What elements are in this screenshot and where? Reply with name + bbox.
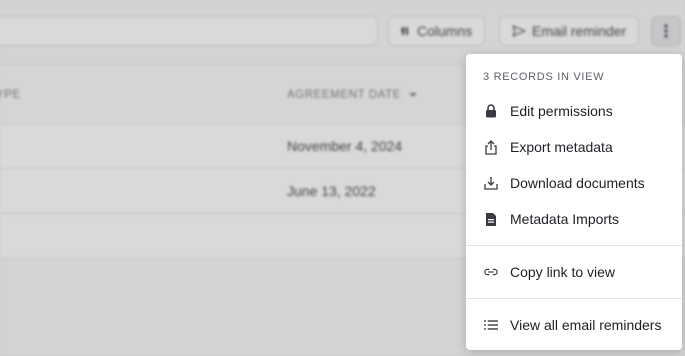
menu-item-label: Edit permissions [510, 103, 613, 119]
menu-item-copy-link[interactable]: Copy link to view [466, 254, 682, 290]
menu-item-download-documents[interactable]: Download documents [466, 165, 682, 201]
menu-divider [466, 245, 682, 246]
menu-item-edit-permissions[interactable]: Edit permissions [466, 93, 682, 129]
menu-item-label: Copy link to view [510, 264, 616, 280]
menu-item-view-email-reminders[interactable]: View all email reminders [466, 307, 682, 343]
menu-item-label: Download documents [510, 175, 645, 191]
menu-header: 3 RECORDS IN VIEW [483, 71, 605, 83]
menu-item-export-metadata[interactable]: Export metadata [466, 129, 682, 165]
menu-divider [466, 298, 682, 299]
document-icon [484, 211, 498, 227]
menu-item-label: Export metadata [510, 139, 613, 155]
menu-item-metadata-imports[interactable]: Metadata Imports [466, 201, 682, 237]
menu-item-label: Metadata Imports [510, 211, 619, 227]
menu-item-label: View all email reminders [510, 317, 662, 333]
list-icon [484, 317, 498, 333]
lock-icon [484, 103, 498, 119]
download-tray-icon [484, 175, 498, 191]
share-upload-icon [484, 139, 498, 155]
link-icon [484, 264, 498, 280]
more-options-menu: 3 RECORDS IN VIEW Edit permissions Expor… [466, 54, 682, 350]
